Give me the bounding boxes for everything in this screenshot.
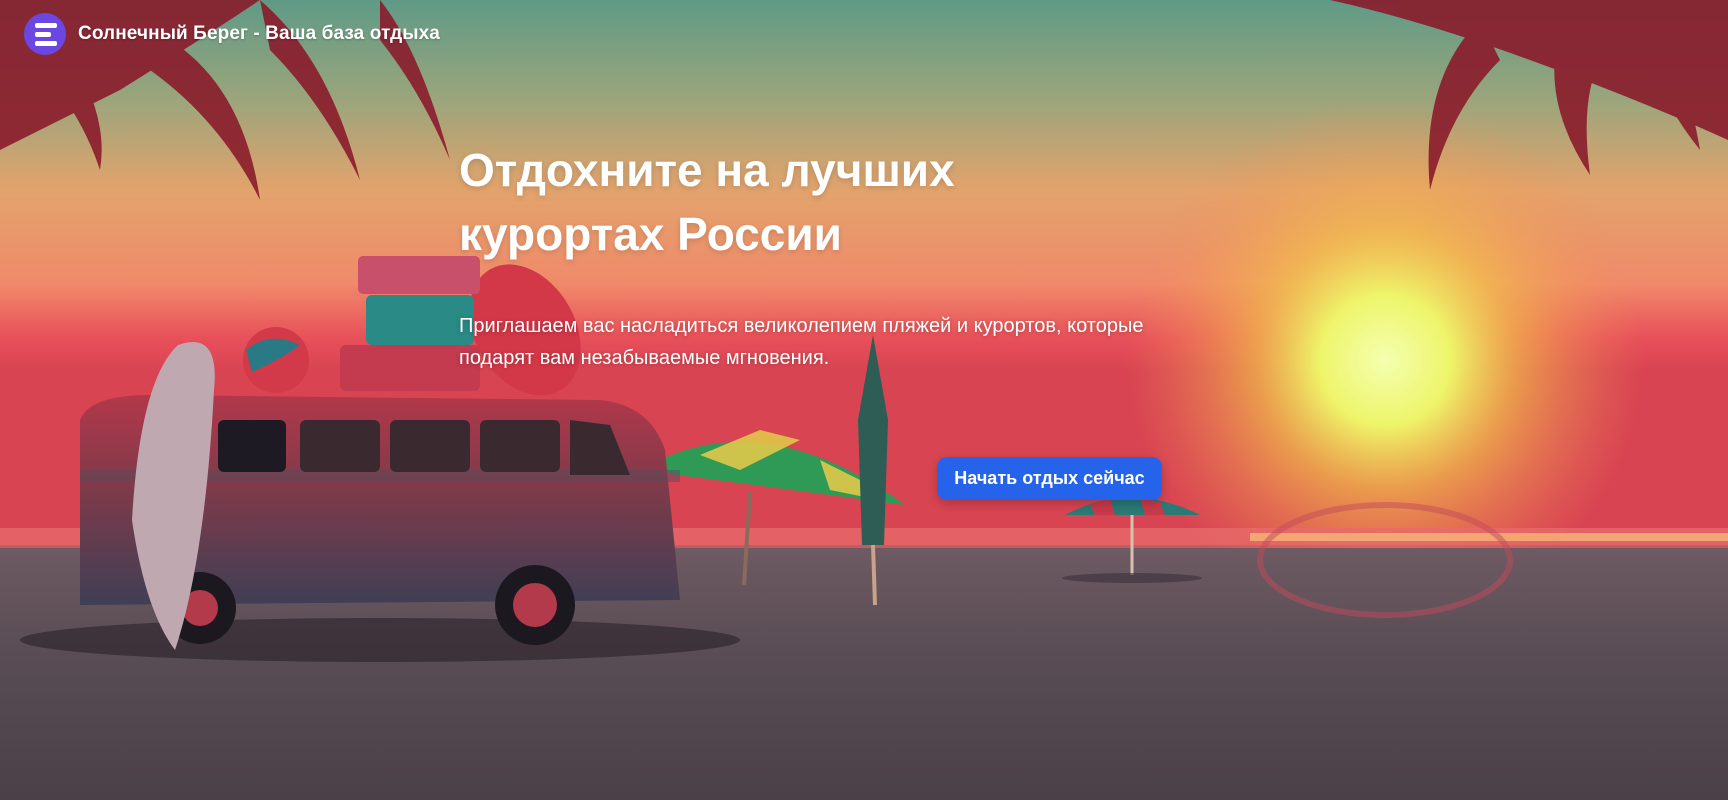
hero-background-image (0, 0, 1728, 800)
site-header: Солнечный Берег - Ваша база отдыха (24, 12, 440, 56)
start-vacation-button[interactable]: Начать отдых сейчас (937, 457, 1162, 500)
hamburger-menu-icon[interactable] (24, 13, 66, 55)
hero-headline-line1: Отдохните на лучших (459, 144, 955, 196)
site-title[interactable]: Солнечный Берег - Ваша база отдыха (78, 23, 440, 45)
hero-headline: Отдохните на лучших курортах России (459, 138, 1099, 266)
hero-headline-line2: курортах России (459, 208, 842, 260)
hero-lead-text: Приглашаем вас насладиться великолепием … (459, 315, 1144, 369)
hero-section: Солнечный Берег - Ваша база отдыха Отдох… (0, 0, 1728, 800)
